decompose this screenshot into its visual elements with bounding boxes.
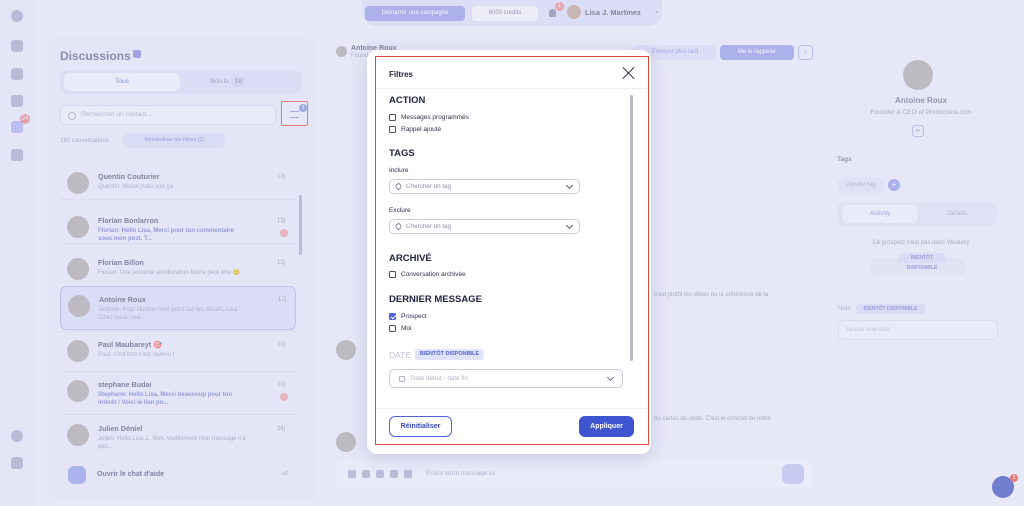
checkbox[interactable] [389,324,396,332]
checkbox[interactable] [389,125,396,133]
checkbox-scheduled-messages[interactable]: Messages programmés [389,112,469,122]
include-tag-select[interactable]: Chercher un tag [389,179,580,194]
checkbox[interactable] [389,113,396,121]
checkbox-archived-conversation[interactable]: Conversation archivée [389,269,466,279]
section-title-archived: ARCHIVÉ [389,253,432,264]
checkbox-label: Messages programmés [401,113,469,121]
date-placeholder: Date début - date fin [411,375,469,382]
section-title-last-message: DERNIER MESSAGE [389,294,482,305]
tag-icon [394,182,403,191]
checkbox[interactable] [389,312,396,320]
checkbox-reminder-added[interactable]: Rappel ajouté [389,124,441,134]
checkbox-label: Prospect [401,312,427,320]
chevron-down-icon [565,221,574,230]
tag-icon [394,222,403,231]
section-title-action: ACTION [389,95,426,106]
reset-button[interactable]: Réinitialiser [389,416,452,437]
divider [376,408,648,409]
checkbox-me[interactable]: Moi [389,323,411,333]
select-placeholder: Chercher un tag [406,223,452,230]
section-title-tags: TAGS [389,148,415,159]
modal-title: Filtres [389,70,414,79]
divider [376,88,648,89]
checkbox-prospect[interactable]: Prospect [389,311,427,321]
checkbox[interactable] [389,270,396,278]
coming-soon-badge: BIENTÔT DISPONIBLE [415,349,484,360]
exclude-tag-select[interactable]: Chercher un tag [389,219,580,234]
modal-scrollbar[interactable] [630,95,633,361]
section-title-date: DATE [389,350,412,360]
close-icon[interactable] [622,66,636,80]
checkbox-label: Moi [401,324,412,332]
chevron-down-icon [606,373,615,382]
date-range-select: Date début - date fin [389,369,623,388]
exclude-label: Exclure [389,207,411,214]
apply-button[interactable]: Appliquer [579,416,634,437]
include-label: Inclure [389,167,409,174]
select-placeholder: Chercher un tag [406,183,452,190]
chevron-down-icon [565,181,574,190]
checkbox-label: Conversation archivée [401,270,466,278]
checkbox-label: Rappel ajouté [401,125,442,133]
calendar-icon [399,376,405,382]
